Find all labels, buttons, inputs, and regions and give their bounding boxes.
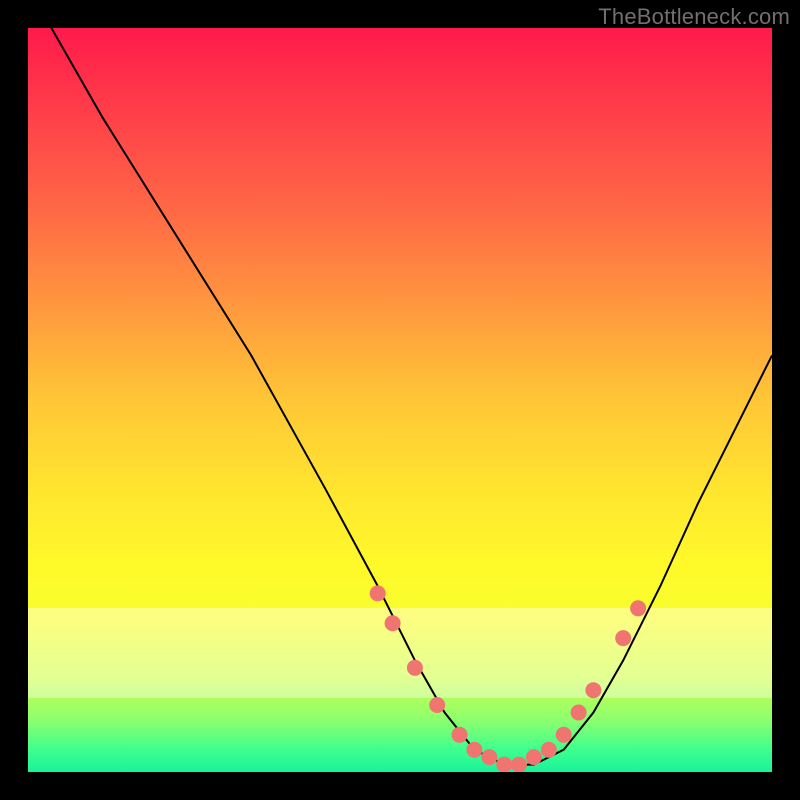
plot-area	[28, 28, 772, 772]
marker-dot	[541, 742, 557, 758]
marker-dot	[571, 705, 587, 721]
marker-dot	[496, 757, 512, 772]
marker-dot	[452, 727, 468, 743]
marker-dot	[615, 630, 631, 646]
chart-svg	[28, 28, 772, 772]
marker-dot	[511, 757, 527, 772]
outer-frame: TheBottleneck.com	[0, 0, 800, 800]
bottleneck-curve	[43, 28, 772, 765]
marker-dot	[385, 615, 401, 631]
marker-dot	[407, 660, 423, 676]
watermark-text: TheBottleneck.com	[598, 4, 790, 30]
marker-dot	[585, 682, 601, 698]
marker-dot	[526, 749, 542, 765]
marker-group	[370, 585, 646, 772]
marker-dot	[466, 742, 482, 758]
marker-dot	[481, 749, 497, 765]
marker-dot	[429, 697, 445, 713]
marker-dot	[556, 727, 572, 743]
marker-dot	[370, 585, 386, 601]
marker-dot	[630, 600, 646, 616]
